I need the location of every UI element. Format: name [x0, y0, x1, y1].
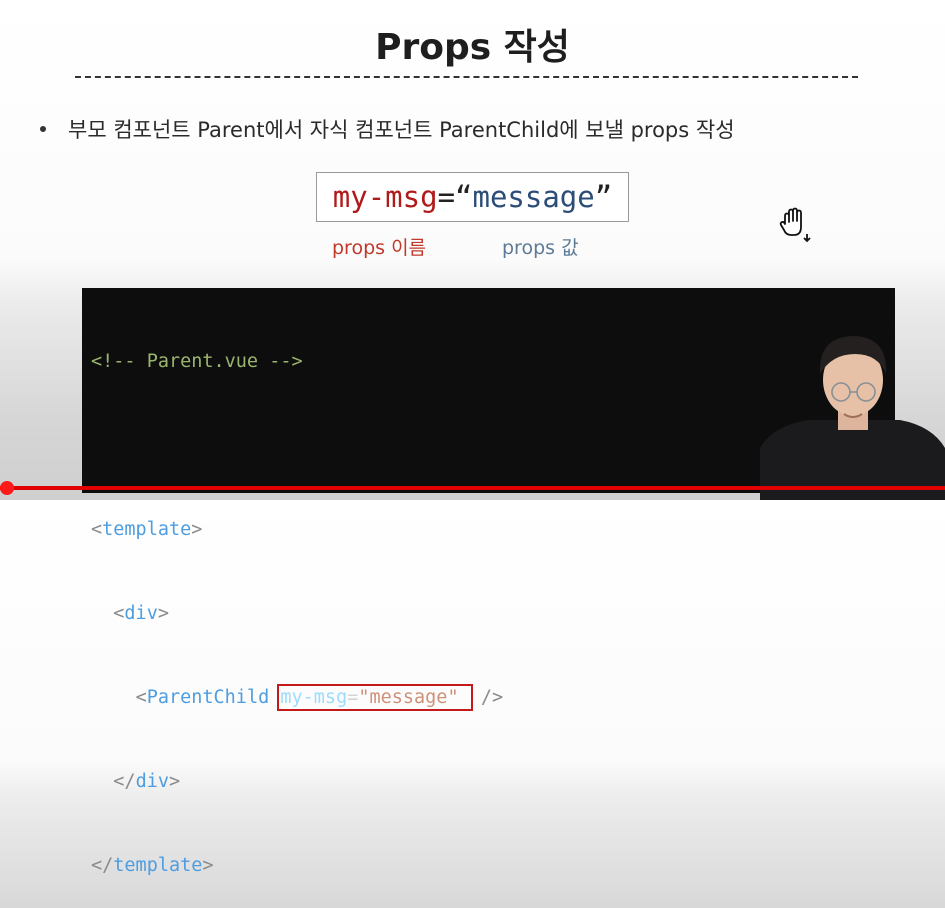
- video-progress-bar[interactable]: [0, 486, 945, 490]
- code-attr-value: "message": [358, 687, 459, 708]
- code-line-div-open: <div>: [113, 603, 169, 624]
- syntax-close-quote: ”: [594, 180, 613, 214]
- bullet-dot-icon: [40, 126, 46, 132]
- syntax-prop-value: message: [472, 180, 595, 214]
- title-divider: [75, 76, 858, 78]
- syntax-equals: =: [437, 180, 456, 214]
- props-syntax-box: my-msg = “message”: [316, 172, 629, 222]
- code-div-open-tag: div: [124, 603, 158, 624]
- syntax-prop-name: my-msg: [332, 180, 438, 214]
- code-line-child: <ParentChild my-msg="message" />: [135, 684, 504, 711]
- slide-title: Props 작성: [375, 27, 570, 68]
- syntax-open-quote: “: [455, 180, 473, 214]
- code-comment: <!-- Parent.vue -->: [91, 351, 303, 372]
- code-attr-eq: =: [347, 687, 359, 708]
- code-template-close-tag: template: [113, 855, 203, 876]
- presenter-webcam-image: [760, 336, 945, 500]
- code-child-tag: ParentChild: [146, 687, 270, 708]
- code-line-div-close: </div>: [113, 771, 181, 792]
- props-name-label: props 이름: [332, 237, 427, 259]
- highlighted-prop-attribute: my-msg="message": [277, 684, 473, 711]
- code-div-close-tag: div: [135, 771, 169, 792]
- bullet-item: 부모 컴포넌트 Parent에서 자식 컴포넌트 ParentChild에 보낼…: [40, 114, 920, 144]
- code-attr-name: my-msg: [280, 687, 348, 708]
- hand-grab-cursor-icon: [779, 207, 811, 243]
- code-self-close: />: [480, 687, 504, 708]
- code-template-open-tag: template: [102, 519, 192, 540]
- code-line-template-open: <template>: [91, 519, 203, 540]
- progress-scrubber-handle[interactable]: [0, 481, 14, 495]
- bullet-text: 부모 컴포넌트 Parent에서 자식 컴포넌트 ParentChild에 보낼…: [68, 118, 735, 142]
- code-line-template-close: </template>: [91, 855, 214, 876]
- props-value-label: props 값: [502, 237, 579, 259]
